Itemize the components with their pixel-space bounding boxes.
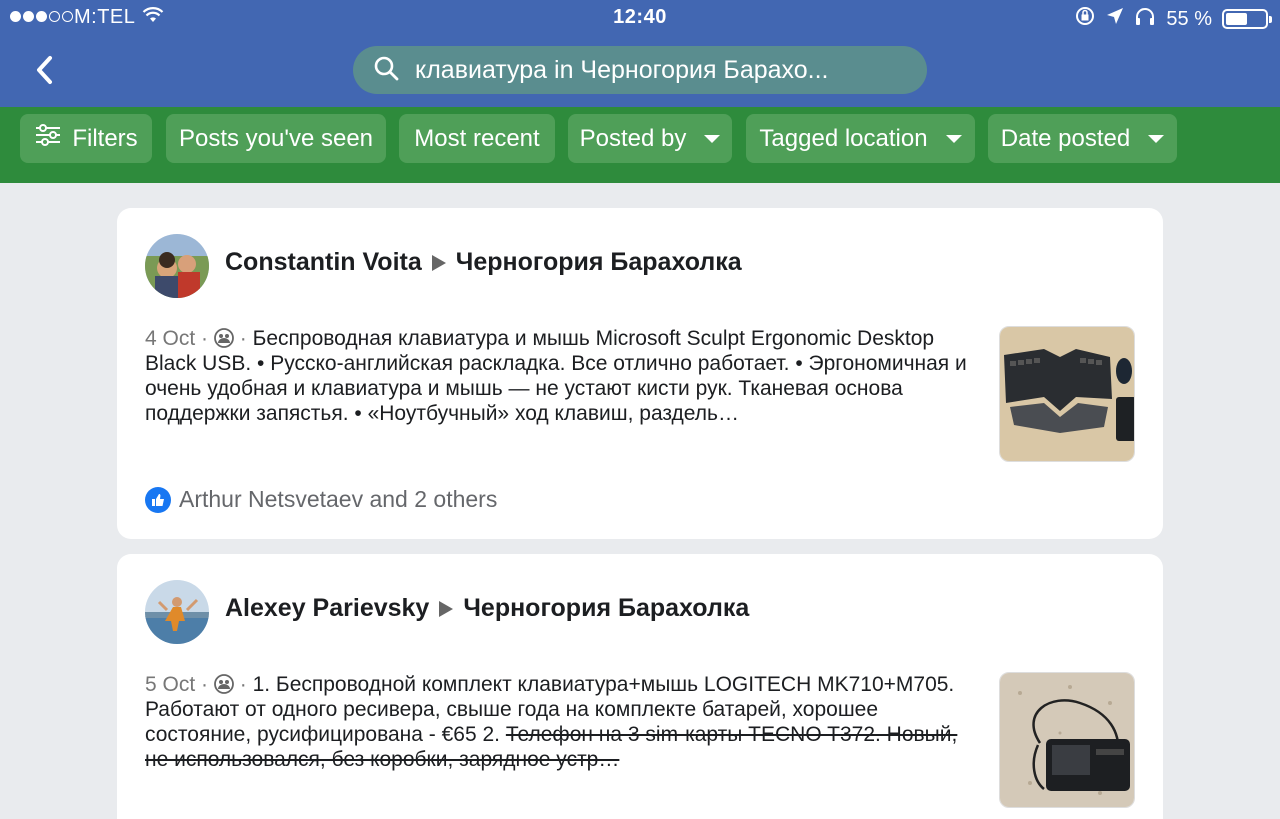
most-recent-chip[interactable]: Most recent [399,114,555,163]
post-header: Constantin Voita Черногория Барахолка [225,248,742,277]
most-recent-label: Most recent [414,124,540,152]
tagged-location-dropdown[interactable]: Tagged location [746,114,975,163]
tagged-location-label: Tagged location [759,124,928,152]
status-bar: M:TEL 12:40 55 % [0,0,1280,34]
post-image-phone[interactable] [999,672,1135,808]
filters-button[interactable]: Filters [20,114,152,163]
post-card[interactable]: Constantin Voita Черногория Барахолка 4 … [117,208,1163,539]
author-name[interactable]: Alexey Parievsky [225,594,429,623]
top-bar: M:TEL 12:40 55 % клавиатура in Черногори… [0,0,1280,107]
post-date[interactable]: 4 Oct [145,327,195,350]
triangle-right-icon [439,600,454,617]
headphones-icon [1134,6,1156,32]
post-card[interactable]: Alexey Parievsky Черногория Барахолка 5 … [117,554,1163,819]
posted-by-dropdown[interactable]: Posted by [568,114,732,163]
reactions-row[interactable]: Arthur Netsvetaev and 2 others [145,486,497,513]
search-query: клавиатура in Черногория Барахо... [415,55,829,84]
chevron-down-icon [1148,134,1165,143]
triangle-right-icon [431,254,446,271]
posts-seen-chip[interactable]: Posts you've seen [166,114,386,163]
sliders-icon [34,123,62,154]
group-privacy-icon [213,674,234,694]
group-name[interactable]: Черногория Барахолка [463,594,749,623]
post-body: 5 Oct · · 1. Беспроводной комплект клави… [145,672,981,772]
post-image-keyboard[interactable] [999,326,1135,462]
rotation-lock-icon [1074,5,1096,33]
post-text: Беспроводная клавиатура и мышь Microsoft… [145,327,967,425]
chevron-down-icon [945,134,962,143]
posted-by-label: Posted by [579,124,687,152]
meta-separator: · [239,327,247,350]
search-icon [373,55,399,86]
battery-percent: 55 % [1166,7,1212,30]
date-posted-label: Date posted [1000,124,1131,152]
author-name[interactable]: Constantin Voita [225,248,422,277]
meta-separator: · [201,673,209,696]
avatar[interactable] [145,234,209,298]
battery-icon [1222,9,1272,29]
avatar[interactable] [145,580,209,644]
group-name[interactable]: Черногория Барахолка [456,248,742,277]
post-date[interactable]: 5 Oct [145,673,195,696]
filters-label: Filters [72,124,138,152]
search-field[interactable]: клавиатура in Черногория Барахо... [353,46,927,94]
meta-separator: · [201,327,209,350]
like-icon [145,486,171,513]
likes-text: Arthur Netsvetaev and 2 others [179,486,498,512]
date-posted-dropdown[interactable]: Date posted [988,114,1177,163]
location-icon [1106,7,1124,31]
post-header: Alexey Parievsky Черногория Барахолка [225,594,749,623]
back-button[interactable] [30,52,62,88]
group-privacy-icon [213,328,234,348]
post-body: 4 Oct · · Беспроводная клавиатура и мышь… [145,326,981,426]
chevron-down-icon [704,134,721,143]
filter-bar: Filters Posts you've seen Most recent Po… [0,107,1280,183]
posts-seen-label: Posts you've seen [178,124,374,152]
meta-separator: · [239,673,247,696]
